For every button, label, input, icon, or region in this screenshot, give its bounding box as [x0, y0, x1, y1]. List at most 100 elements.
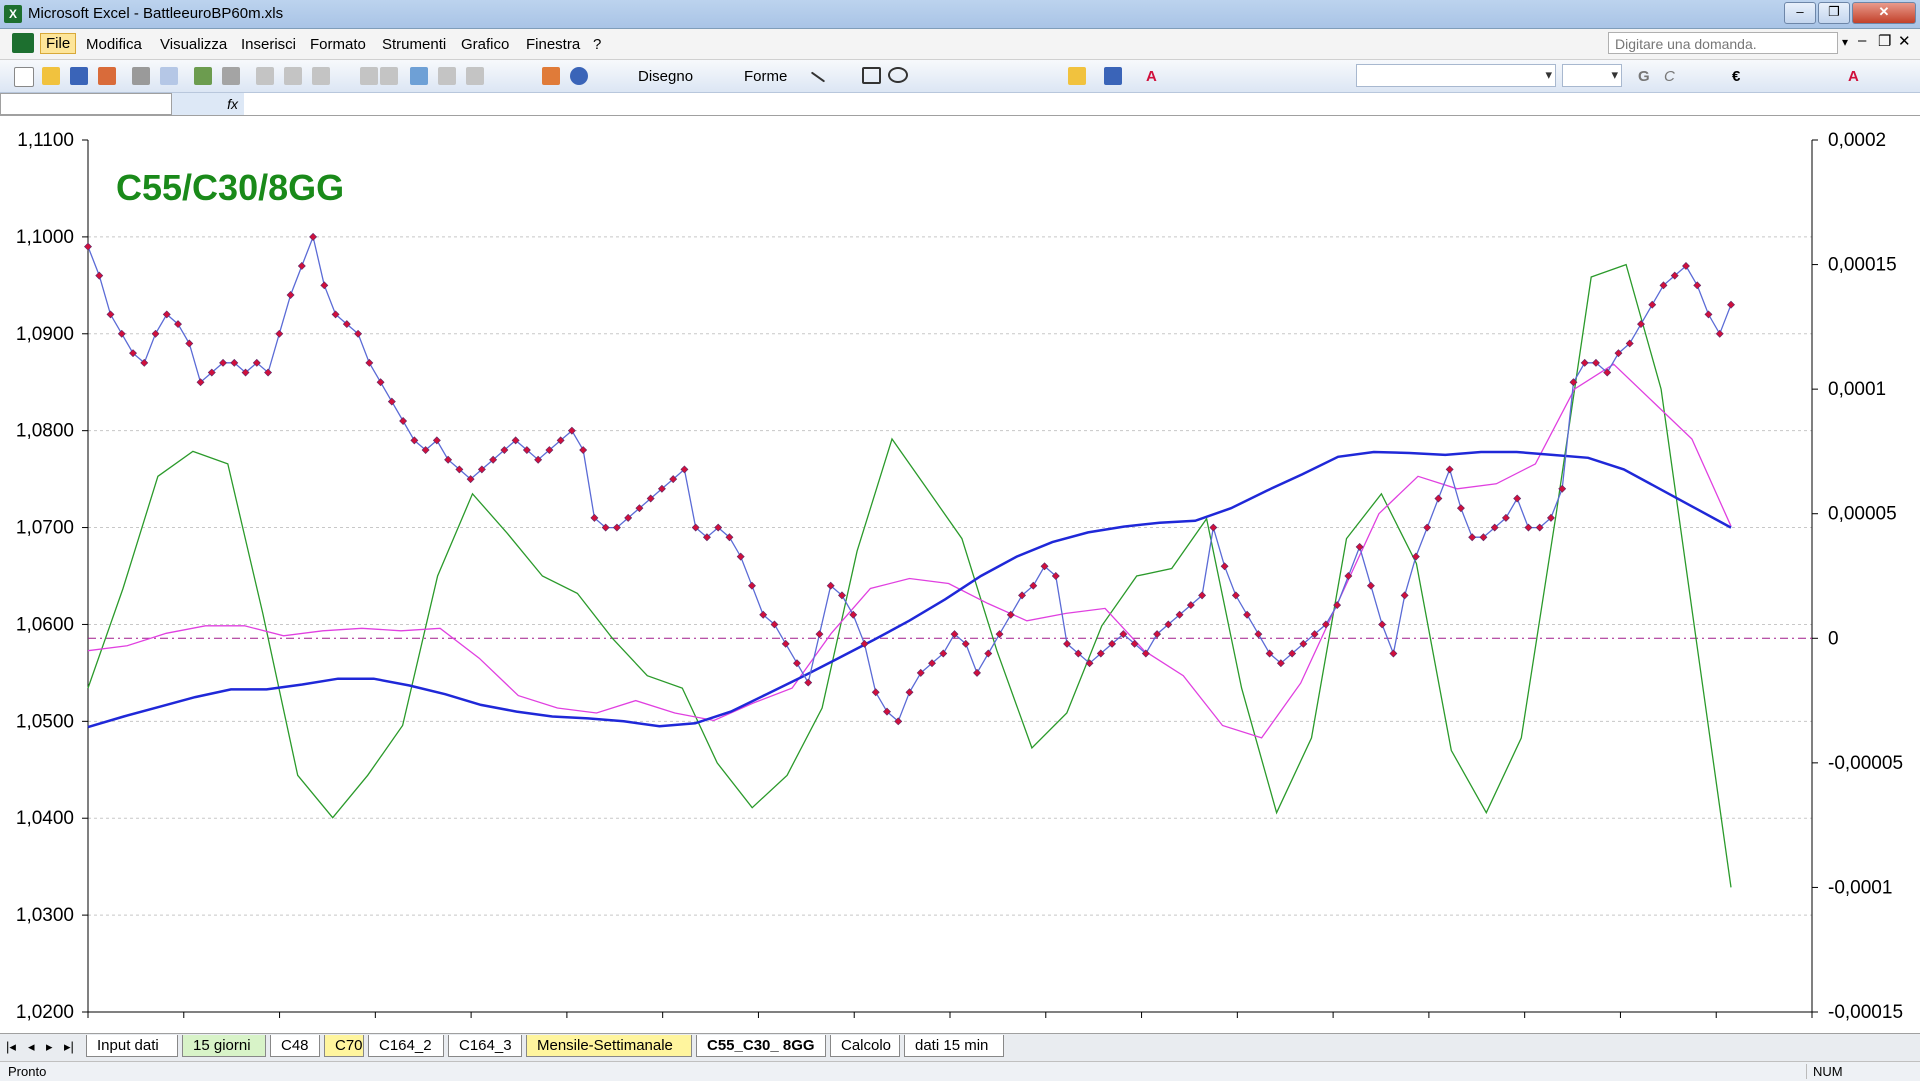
bold-icon[interactable]: G	[1638, 68, 1650, 85]
doc-close-icon[interactable]: ✕	[1898, 32, 1911, 50]
price-marker	[95, 271, 104, 280]
name-box[interactable]	[0, 93, 172, 115]
chart-area[interactable]: 1,1100 1,1000 1,0900 1,0800 1,0700 1,0600 1,05…	[0, 116, 1920, 1032]
sheet-tab[interactable]: dati 15 min	[904, 1035, 1004, 1057]
right-tick-label: 0,00005	[1828, 504, 1897, 525]
font-color-icon-2[interactable]: A	[1848, 68, 1859, 85]
num-lock-indicator: NUM	[1806, 1064, 1843, 1079]
chart-svg[interactable]: 1,1100 1,1000 1,0900 1,0800 1,0700 1,0600 1,05…	[0, 116, 1920, 1032]
sheet-tab[interactable]: C164_2	[368, 1035, 444, 1057]
left-tick-label: 1,1000	[16, 227, 74, 248]
copy-icon[interactable]	[284, 67, 302, 85]
price-marker	[995, 630, 1004, 639]
title-bar: X Microsoft Excel - BattleeuroBP60m.xls …	[0, 0, 1920, 29]
print-preview-icon[interactable]	[160, 67, 178, 85]
sheet-tab[interactable]: 15 giorni	[182, 1035, 266, 1057]
research-icon[interactable]	[222, 67, 240, 85]
help-icon[interactable]	[570, 67, 588, 85]
minimize-button[interactable]: –	[1784, 2, 1816, 24]
line-color-icon[interactable]	[1104, 67, 1122, 85]
price-marker	[1445, 465, 1454, 474]
left-tick-label: 1,0800	[16, 421, 74, 442]
italic-icon[interactable]: C	[1664, 68, 1675, 85]
sum-icon[interactable]	[438, 67, 456, 85]
fill-color-icon[interactable]	[1068, 67, 1086, 85]
menu-file[interactable]: File	[40, 33, 77, 54]
line-icon[interactable]	[810, 71, 826, 83]
right-tick-label: 0	[1828, 628, 1839, 649]
right-tick-label: -0,0001	[1828, 877, 1892, 898]
doc-restore-icon[interactable]: ❐	[1878, 32, 1891, 50]
price-marker	[286, 291, 295, 299]
menu-finestra[interactable]: Finestra	[526, 36, 580, 53]
menu-formato[interactable]: Formato	[310, 36, 366, 53]
cut-icon[interactable]	[256, 67, 274, 85]
oval-icon[interactable]	[888, 67, 908, 83]
font-name-combo[interactable]	[1356, 64, 1556, 87]
help-search-input[interactable]: Digitare una domanda.	[1608, 32, 1838, 54]
price-marker	[781, 639, 790, 648]
maximize-button[interactable]: ❐	[1818, 2, 1850, 24]
price-marker	[320, 281, 329, 290]
first-sheet-icon[interactable]: |◂	[6, 1039, 16, 1055]
price-marker	[275, 329, 284, 338]
price-marker	[1254, 630, 1263, 639]
menu-inserisci[interactable]: Inserisci	[241, 36, 296, 53]
price-marker	[984, 649, 993, 658]
price-marker	[804, 678, 813, 687]
prev-sheet-icon[interactable]: ◂	[28, 1039, 35, 1055]
draw-menu-button[interactable]: Disegno	[638, 68, 693, 85]
new-icon[interactable]	[14, 67, 34, 87]
font-color-icon[interactable]: A	[1146, 68, 1157, 85]
price-marker	[1434, 494, 1443, 503]
save-icon[interactable]	[70, 67, 88, 85]
redo-icon[interactable]	[380, 67, 398, 85]
menu-grafico[interactable]: Grafico	[461, 36, 509, 53]
print-icon[interactable]	[132, 67, 150, 85]
sheet-tabs-bar: |◂ ◂ ▸ ▸| Input dati 15 giorni C48 C70 C164_…	[0, 1033, 1920, 1061]
formula-bar: fx	[0, 93, 1920, 116]
price-marker	[579, 446, 588, 455]
sheet-tab[interactable]: C55_C30_ 8GG	[696, 1035, 826, 1057]
workbook-icon[interactable]	[12, 33, 34, 53]
last-sheet-icon[interactable]: ▸|	[64, 1039, 74, 1055]
close-button[interactable]: ✕	[1852, 2, 1916, 24]
price-marker	[1456, 504, 1465, 513]
excel-app-icon[interactable]: X	[4, 5, 22, 23]
menu-help[interactable]: ?	[593, 36, 601, 53]
menu-modifica[interactable]: Modifica	[86, 36, 142, 53]
price-marker	[1648, 300, 1657, 309]
sheet-tab[interactable]: C164_3	[448, 1035, 522, 1057]
euro-icon[interactable]: €	[1732, 68, 1740, 85]
sheet-tab[interactable]: Input dati	[86, 1035, 178, 1057]
left-tick-label: 1,0200	[16, 1002, 74, 1023]
insert-function-button[interactable]: fx	[172, 93, 244, 115]
sheet-tab[interactable]: C48	[270, 1035, 320, 1057]
shapes-menu-button[interactable]: Forme	[744, 68, 787, 85]
open-icon[interactable]	[42, 67, 60, 85]
doc-minimize-icon[interactable]: –	[1858, 32, 1866, 49]
menu-strumenti[interactable]: Strumenti	[382, 36, 446, 53]
price-marker	[1209, 523, 1218, 532]
moving-average-line	[87, 450, 1732, 729]
toolbar: Disegno Forme A G C € A	[0, 60, 1920, 93]
chart-wizard-icon[interactable]	[542, 67, 560, 85]
sheet-tab[interactable]: Mensile-Settimanale	[526, 1035, 692, 1057]
help-dropdown-icon[interactable]: ▾	[1842, 35, 1848, 49]
spelling-icon[interactable]	[194, 67, 212, 85]
paste-icon[interactable]	[312, 67, 330, 85]
rectangle-icon[interactable]	[862, 67, 881, 84]
next-sheet-icon[interactable]: ▸	[46, 1039, 53, 1055]
sort-icon[interactable]	[466, 67, 484, 85]
menu-visualizza[interactable]: Visualizza	[160, 36, 227, 53]
sheet-tab[interactable]: C70	[324, 1035, 364, 1057]
window-title: Microsoft Excel - BattleeuroBP60m.xls	[28, 5, 284, 22]
permission-icon[interactable]	[98, 67, 116, 85]
font-size-combo[interactable]	[1562, 64, 1622, 87]
price-marker	[1231, 591, 1240, 600]
price-marker	[117, 329, 126, 338]
hyperlink-icon[interactable]	[410, 67, 428, 85]
price-marker	[297, 261, 306, 270]
undo-icon[interactable]	[360, 67, 378, 85]
sheet-tab[interactable]: Calcolo	[830, 1035, 900, 1057]
